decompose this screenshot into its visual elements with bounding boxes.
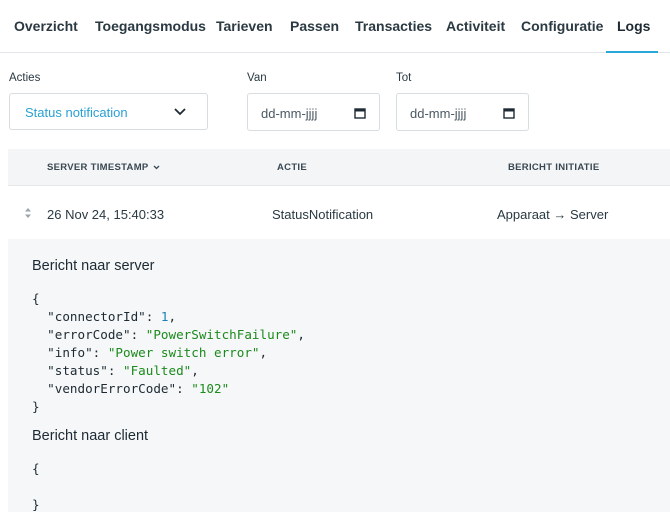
van-date-input[interactable]: dd-mm-jjjj xyxy=(247,93,380,131)
tot-label: Tot xyxy=(396,72,412,84)
timestamp-header-label: SERVER TIMESTAMP xyxy=(47,162,149,173)
tab-bar: Overzicht Toegangsmodus Tarieven Passen … xyxy=(0,0,670,53)
sort-chevron-icon xyxy=(153,165,160,170)
expand-toggle-icon[interactable] xyxy=(24,207,32,219)
van-label: Van xyxy=(247,72,267,84)
row-timestamp: 26 Nov 24, 15:40:33 xyxy=(47,207,165,222)
tot-date-placeholder: dd-mm-jjjj xyxy=(410,106,467,121)
tab-activiteit[interactable]: Activiteit xyxy=(446,18,505,34)
server-message-json: { "connectorId": 1, "errorCode": "PowerS… xyxy=(32,291,305,414)
client-message-json: { } xyxy=(32,461,40,512)
table-header: SERVER TIMESTAMP ACTIE BERICHT INITIATIE xyxy=(8,149,670,186)
tab-toegangsmodus[interactable]: Toegangsmodus xyxy=(95,18,206,34)
tot-date-input[interactable]: dd-mm-jjjj xyxy=(396,93,529,131)
tab-passen[interactable]: Passen xyxy=(290,18,339,34)
active-tab-indicator xyxy=(606,51,658,53)
server-message-title: Bericht naar server xyxy=(32,258,155,274)
acties-label: Acties xyxy=(9,72,41,84)
row-action: StatusNotification xyxy=(272,207,374,222)
tab-configuratie[interactable]: Configuratie xyxy=(521,18,603,34)
calendar-icon[interactable] xyxy=(503,107,515,119)
tab-overzicht[interactable]: Overzicht xyxy=(14,18,78,34)
row-initiation: Apparaat → Server xyxy=(497,207,609,222)
tab-logs[interactable]: Logs xyxy=(617,18,650,34)
column-header-bericht-initiatie: BERICHT INITIATIE xyxy=(508,162,600,173)
log-detail-panel: Bericht naar server { "connectorId": 1, … xyxy=(8,239,670,512)
van-date-placeholder: dd-mm-jjjj xyxy=(261,106,318,121)
column-header-actie: ACTIE xyxy=(277,162,307,173)
table-row[interactable]: 26 Nov 24, 15:40:33 StatusNotification A… xyxy=(8,187,670,239)
acties-select[interactable]: Status notification xyxy=(9,93,208,130)
column-header-timestamp[interactable]: SERVER TIMESTAMP xyxy=(47,162,160,173)
calendar-icon[interactable] xyxy=(354,107,366,119)
tab-transacties[interactable]: Transacties xyxy=(355,18,432,34)
client-message-title: Bericht naar client xyxy=(32,428,149,444)
chevron-down-icon xyxy=(174,108,186,116)
tab-tarieven[interactable]: Tarieven xyxy=(216,18,273,34)
acties-select-value: Status notification xyxy=(25,105,128,120)
